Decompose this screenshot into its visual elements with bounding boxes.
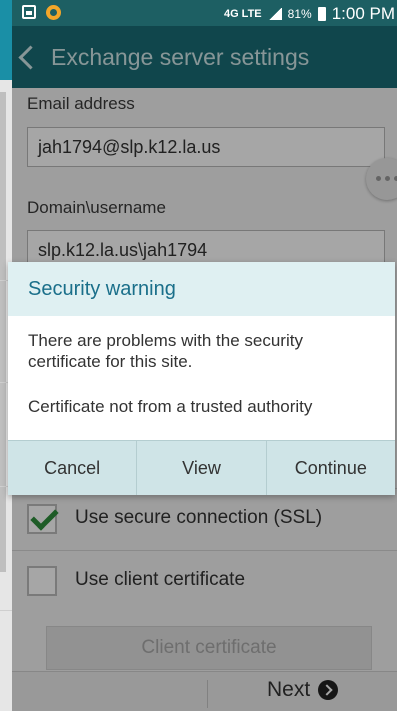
signal-icon — [267, 8, 282, 20]
continue-button[interactable]: Continue — [265, 441, 395, 495]
dialog-body: There are problems with the security cer… — [8, 316, 395, 417]
dialog-detail: Certificate not from a trusted authority — [28, 397, 313, 416]
background-panel — [0, 92, 6, 572]
app-notification-icon — [46, 5, 61, 20]
clock: 1:00 PM — [331, 4, 395, 23]
battery-percent: 81% — [287, 7, 312, 21]
background-divider — [0, 610, 12, 611]
status-bar: 4G LTE 81% 1:00 PM — [12, 0, 397, 26]
background-header — [0, 0, 12, 80]
dialog-message: There are problems with the security cer… — [28, 331, 303, 371]
network-type: 4G LTE — [223, 8, 262, 20]
battery-icon — [317, 7, 326, 21]
dialog-button-bar: Cancel View Continue — [8, 440, 395, 495]
view-button[interactable]: View — [136, 441, 265, 495]
security-warning-dialog: Security warning There are problems with… — [8, 262, 395, 495]
cancel-button[interactable]: Cancel — [8, 441, 136, 495]
gallery-notification-icon — [22, 5, 36, 19]
dialog-title: Security warning — [8, 262, 395, 316]
